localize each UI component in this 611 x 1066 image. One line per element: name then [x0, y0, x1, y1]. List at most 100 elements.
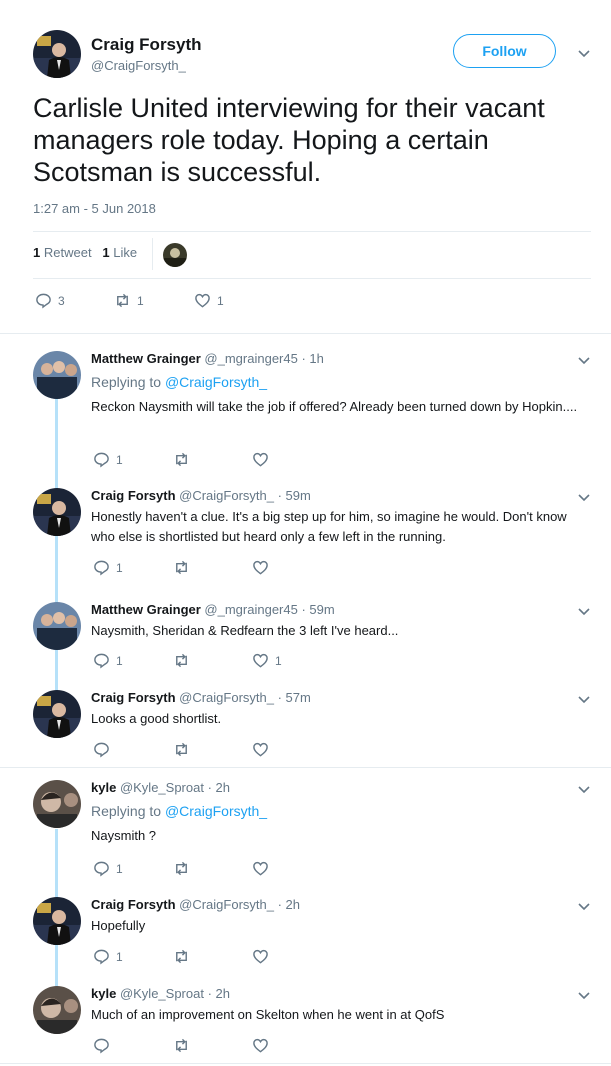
retweets-label[interactable]: Retweet: [44, 245, 92, 260]
reply-header: Craig Forsyth @CraigForsyth_ · 57m: [91, 690, 311, 705]
retweet-action[interactable]: [173, 948, 196, 965]
chevron-down-icon[interactable]: [577, 353, 591, 367]
like-action[interactable]: [252, 559, 275, 576]
retweets-count[interactable]: 1: [33, 245, 40, 260]
heart-icon: [253, 452, 268, 467]
reply-author-name[interactable]: Matthew Grainger: [91, 351, 201, 366]
retweet-action[interactable]: [173, 741, 196, 758]
liker-avatar[interactable]: [163, 243, 187, 267]
retweet-count: 1: [137, 293, 144, 308]
reply-author-handle[interactable]: @Kyle_Sproat: [120, 986, 204, 1001]
reply-action[interactable]: 1: [93, 451, 123, 468]
chevron-down-icon[interactable]: [577, 988, 591, 1002]
like-action[interactable]: [252, 948, 275, 965]
like-count: 1: [217, 293, 224, 308]
likes-label[interactable]: Like: [113, 245, 137, 260]
heart-icon: [253, 560, 268, 575]
chevron-down-icon[interactable]: [577, 604, 591, 618]
reply-header: kyle @Kyle_Sproat · 2h: [91, 780, 230, 795]
retweet-action[interactable]: [173, 652, 196, 669]
reply-author-handle[interactable]: @_mgrainger45: [204, 351, 297, 366]
retweet-action[interactable]: [173, 1037, 196, 1054]
reply-count: 1: [116, 560, 123, 575]
reply-author-handle[interactable]: @Kyle_Sproat: [120, 780, 204, 795]
tweet-timestamp[interactable]: 1:27 am - 5 Jun 2018: [33, 201, 156, 216]
reply-time[interactable]: · 1h: [301, 351, 323, 366]
retweet-icon: [176, 452, 187, 467]
reply-time[interactable]: · 2h: [208, 986, 230, 1001]
reply-count: 1: [116, 861, 123, 876]
chevron-down-icon[interactable]: [577, 46, 591, 60]
chevron-down-icon[interactable]: [577, 782, 591, 796]
like-action[interactable]: [252, 741, 275, 758]
reply-action[interactable]: 1: [93, 860, 123, 877]
reply-author-handle[interactable]: @CraigForsyth_: [179, 690, 274, 705]
reply-author-handle[interactable]: @CraigForsyth_: [179, 897, 274, 912]
author-name[interactable]: Craig Forsyth: [91, 35, 202, 55]
like-action[interactable]: [252, 1037, 275, 1054]
reply-author-name[interactable]: Craig Forsyth: [91, 897, 176, 912]
tweet-stats: 1 Retweet 1 Like: [33, 245, 137, 260]
avatar-matthew-grainger[interactable]: [33, 602, 81, 650]
likes-count[interactable]: 1: [102, 245, 109, 260]
reply-author-name[interactable]: Craig Forsyth: [91, 488, 176, 503]
avatar-craig-forsyth[interactable]: [33, 488, 81, 536]
chevron-down-icon[interactable]: [577, 490, 591, 504]
reply-author-name[interactable]: Matthew Grainger: [91, 602, 201, 617]
reply-header: Matthew Grainger @_mgrainger45 · 59m: [91, 602, 335, 617]
reply-action[interactable]: 1: [93, 948, 123, 965]
reply-icon: [94, 452, 109, 468]
replying-to-link[interactable]: @CraigForsyth_: [165, 803, 267, 819]
reply-time[interactable]: · 57m: [278, 690, 311, 705]
avatar-craig-forsyth[interactable]: [33, 690, 81, 738]
divider: [0, 333, 611, 334]
heart-icon: [253, 949, 268, 964]
reply-action[interactable]: 1: [93, 652, 123, 669]
avatar-kyle[interactable]: [33, 780, 81, 828]
reply-action[interactable]: [93, 741, 116, 758]
reply-text: Naysmith ?: [91, 828, 157, 843]
reply-text: Naysmith, Sheridan & Redfearn the 3 left…: [91, 623, 399, 638]
chevron-down-icon[interactable]: [577, 899, 591, 913]
heart-icon: [253, 742, 268, 757]
thread-line: [55, 829, 58, 901]
like-action[interactable]: 1: [194, 292, 224, 309]
avatar-kyle[interactable]: [33, 986, 81, 1034]
reply-icon: [94, 653, 109, 669]
chevron-down-icon[interactable]: [577, 692, 591, 706]
retweet-icon: [176, 653, 187, 668]
author-handle[interactable]: @CraigForsyth_: [91, 58, 186, 73]
replying-to: Replying to @CraigForsyth_: [91, 374, 267, 390]
avatar-craig-forsyth[interactable]: [33, 30, 81, 78]
reply-time[interactable]: · 2h: [208, 780, 230, 795]
reply-author-name[interactable]: kyle: [91, 986, 116, 1001]
reply-author-handle[interactable]: @CraigForsyth_: [179, 488, 274, 503]
reply-action[interactable]: 3: [35, 292, 65, 309]
reply-icon: [94, 560, 109, 576]
like-action[interactable]: [252, 860, 275, 877]
retweet-action[interactable]: [173, 559, 196, 576]
like-action[interactable]: [252, 451, 275, 468]
reply-author-name[interactable]: Craig Forsyth: [91, 690, 176, 705]
reply-icon: [94, 1038, 109, 1054]
follow-button[interactable]: Follow: [453, 34, 556, 68]
retweet-action[interactable]: [173, 860, 196, 877]
retweet-action[interactable]: 1: [114, 292, 144, 309]
retweet-action[interactable]: [173, 451, 196, 468]
reply-author-name[interactable]: kyle: [91, 780, 116, 795]
reply-text: Looks a good shortlist.: [91, 711, 222, 726]
reply-action[interactable]: 1: [93, 559, 123, 576]
avatar-matthew-grainger[interactable]: [33, 351, 81, 399]
reply-header: Craig Forsyth @CraigForsyth_ · 2h: [91, 897, 300, 912]
reply-count: 3: [58, 293, 65, 308]
reply-count: 1: [116, 949, 123, 964]
reply-author-handle[interactable]: @_mgrainger45: [204, 602, 297, 617]
reply-action[interactable]: [93, 1037, 116, 1054]
like-action[interactable]: 1: [252, 652, 282, 669]
avatar-craig-forsyth[interactable]: [33, 897, 81, 945]
reply-time[interactable]: · 59m: [301, 602, 334, 617]
thread-line: [55, 399, 58, 489]
reply-time[interactable]: · 59m: [278, 488, 311, 503]
reply-time[interactable]: · 2h: [278, 897, 300, 912]
replying-to-link[interactable]: @CraigForsyth_: [165, 374, 267, 390]
